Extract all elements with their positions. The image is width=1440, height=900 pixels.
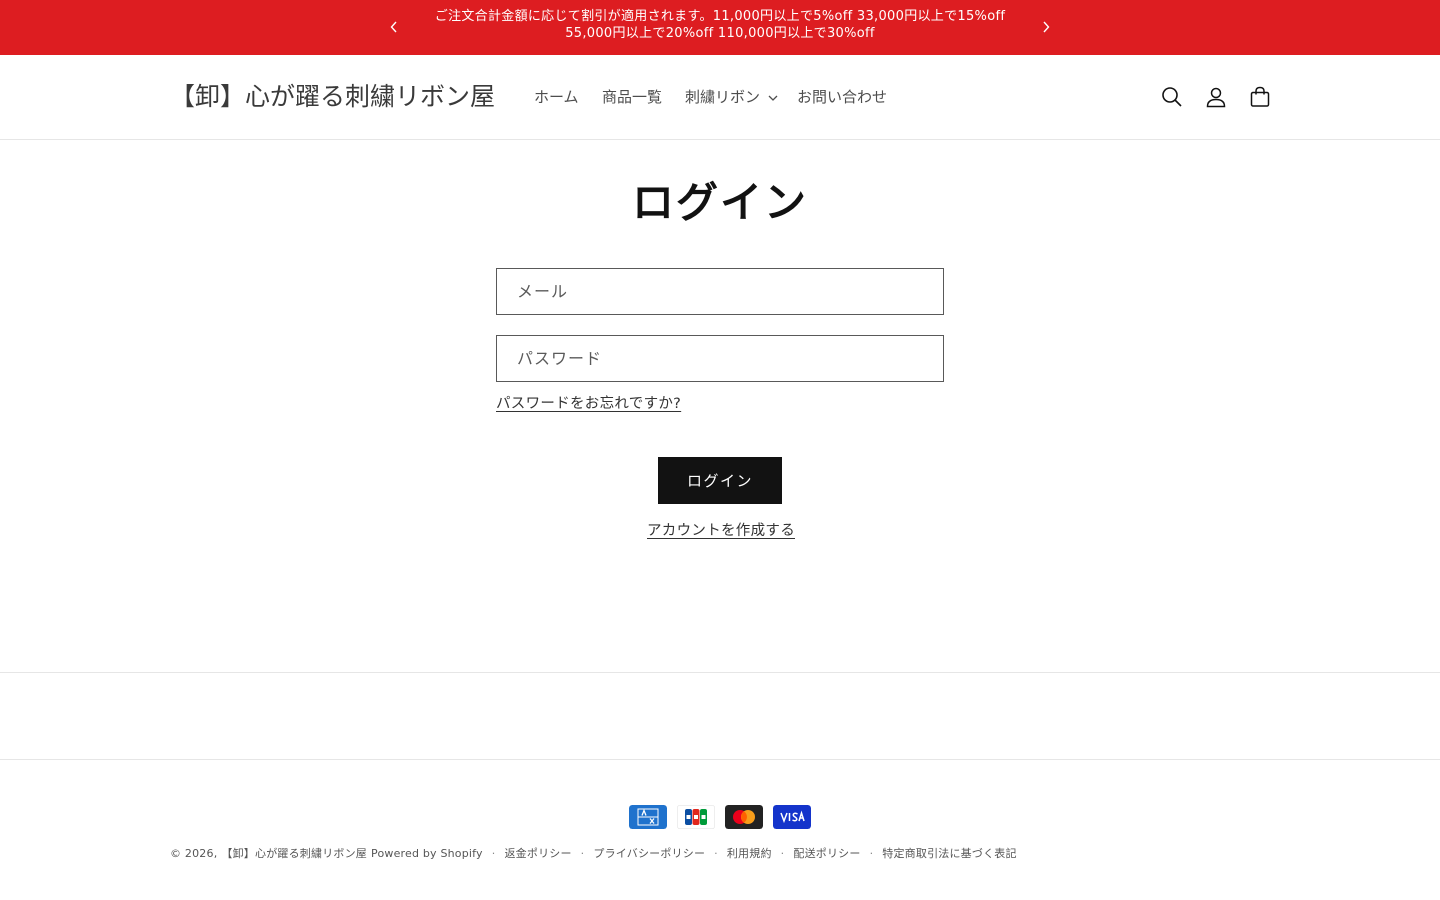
nav-item-contact[interactable]: お問い合わせ xyxy=(797,87,887,107)
password-input[interactable] xyxy=(497,336,943,381)
create-account-link[interactable]: アカウントを作成する xyxy=(647,521,795,541)
chevron-down-icon xyxy=(768,95,778,101)
search-icon xyxy=(1162,87,1182,107)
shipping-policy-link[interactable]: 配送ポリシー xyxy=(793,846,860,862)
announcement-line-2: 55,000円以上で20%off 110,000円以上で30%off xyxy=(565,26,875,41)
legal-notice-link[interactable]: 特定商取引法に基づく表記 xyxy=(882,846,1016,862)
privacy-policy-link[interactable]: プライバシーポリシー xyxy=(593,846,705,862)
payment-methods xyxy=(629,805,811,829)
chevron-left-icon xyxy=(390,21,397,33)
refund-policy-link[interactable]: 返金ポリシー xyxy=(504,846,571,862)
american-express-icon xyxy=(629,805,667,829)
separator-dot: · xyxy=(714,847,718,860)
mastercard-icon xyxy=(725,805,763,829)
nav-item-home[interactable]: ホーム xyxy=(534,87,579,107)
footer-legal: © 2026, 【卸】心が躍る刺繍リボン屋 Powered by Shopify… xyxy=(170,846,1017,862)
separator-dot: · xyxy=(491,847,496,860)
terms-of-service-link[interactable]: 利用規約 xyxy=(727,846,772,862)
store-logo[interactable]: 【卸】心が躍る刺繍リボン屋 xyxy=(170,80,495,114)
nav-item-embroidery-ribbon-label: 刺繍リボン xyxy=(685,88,761,106)
announcement-next-button[interactable] xyxy=(1036,17,1056,37)
announcement-bar: ご注文合計金額に応じて割引が適用されます。11,000円以上で5%off 33,… xyxy=(0,0,1440,55)
cart-button[interactable] xyxy=(1244,81,1276,113)
email-input[interactable] xyxy=(497,269,943,314)
announcement-prev-button[interactable] xyxy=(384,17,404,37)
chevron-right-icon xyxy=(1043,21,1050,33)
visa-icon xyxy=(773,805,811,829)
password-field[interactable] xyxy=(496,335,944,382)
footer-block xyxy=(0,672,1440,760)
site-header: 【卸】心が躍る刺繍リボン屋 ホーム 商品一覧 刺繍リボン お問い合わせ xyxy=(0,55,1440,140)
page-title: ログイン xyxy=(631,178,808,227)
powered-by-shopify-link[interactable]: Powered by Shopify xyxy=(371,846,483,862)
footer-store-link[interactable]: 【卸】心が躍る刺繍リボン屋 xyxy=(221,846,367,862)
account-button[interactable] xyxy=(1200,81,1232,113)
separator-dot: · xyxy=(869,847,874,860)
login-section: ログイン パスワードをお忘れですか? ログイン アカウントを作成する xyxy=(0,140,1440,672)
search-button[interactable] xyxy=(1156,81,1188,113)
separator-dot: · xyxy=(580,847,585,860)
user-icon xyxy=(1206,87,1226,108)
copyright-text: © 2026, xyxy=(170,847,218,860)
email-field[interactable] xyxy=(496,268,944,315)
announcement-message: ご注文合計金額に応じて割引が適用されます。11,000円以上で5%off 33,… xyxy=(420,8,1020,42)
nav-item-products[interactable]: 商品一覧 xyxy=(602,87,662,107)
nav-item-embroidery-ribbon[interactable]: 刺繍リボン xyxy=(685,87,778,107)
cart-icon xyxy=(1250,86,1270,107)
forgot-password-link[interactable]: パスワードをお忘れですか? xyxy=(496,394,681,414)
jcb-icon xyxy=(677,805,715,829)
separator-dot: · xyxy=(780,847,785,860)
announcement-line-1: ご注文合計金額に応じて割引が適用されます。11,000円以上で5%off 33,… xyxy=(434,9,1006,24)
login-button[interactable]: ログイン xyxy=(658,457,782,504)
